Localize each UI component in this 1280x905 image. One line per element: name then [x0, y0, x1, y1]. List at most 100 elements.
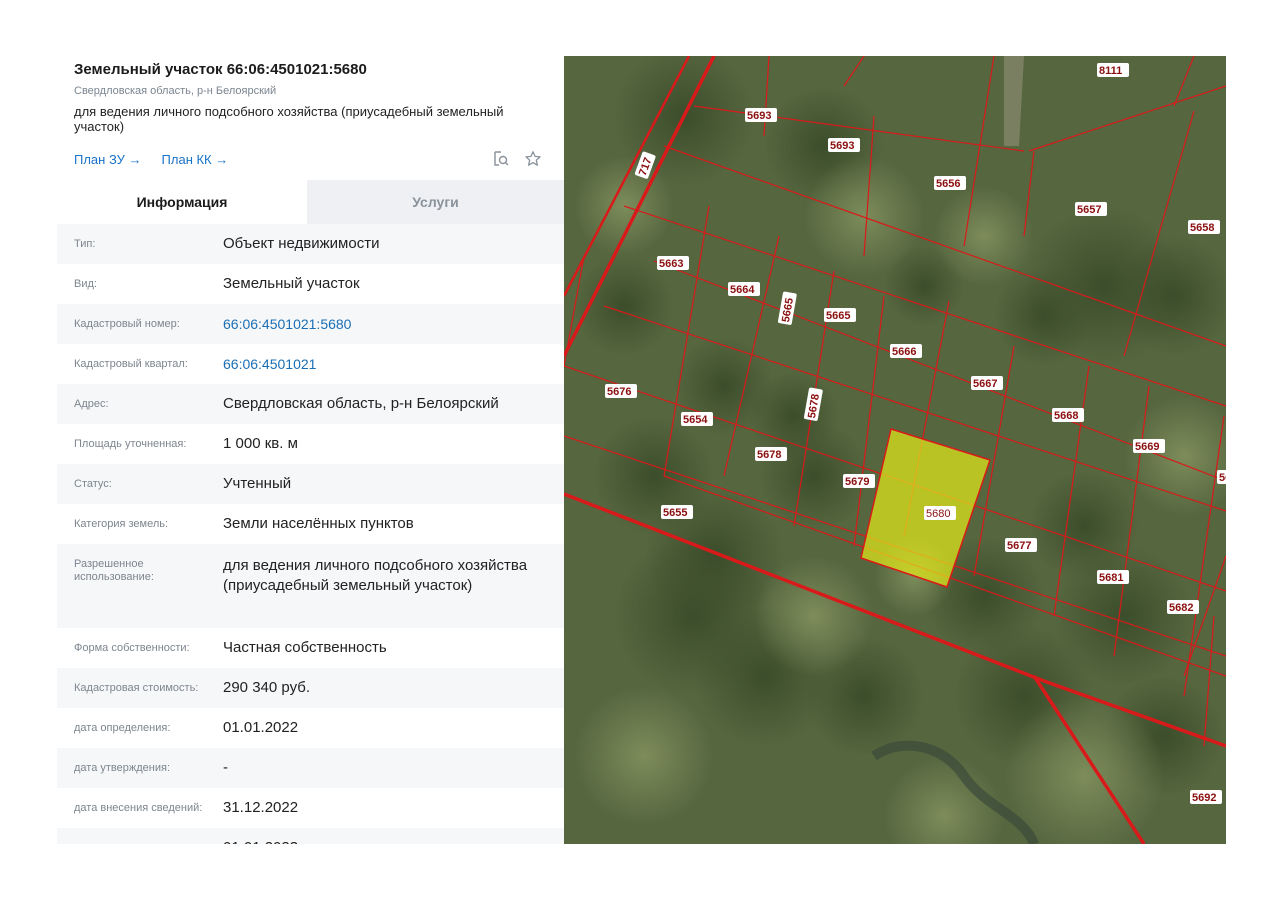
- svg-text:5665: 5665: [826, 310, 850, 322]
- info-row: Разрешенное использование: для ведения ли…: [57, 544, 564, 628]
- plot-label-5680: 5680: [924, 506, 956, 520]
- plot-label-5681: 5681: [1097, 570, 1129, 584]
- svg-text:5679: 5679: [845, 476, 869, 488]
- region-subtitle: Свердловская область, р-н Белоярский: [74, 85, 277, 97]
- info-label: Разрешенное использование:: [74, 558, 154, 583]
- svg-text:5663: 5663: [659, 258, 683, 270]
- info-value: для ведения личного подсобного хозяйства…: [223, 557, 528, 594]
- plot-label-5692: 5692: [1190, 790, 1222, 804]
- plot-label-5655: 5655: [661, 505, 693, 519]
- plot-label-8111: 8111: [1097, 63, 1129, 77]
- svg-text:5676: 5676: [607, 386, 631, 398]
- plot-label-5658: 5658: [1188, 220, 1220, 234]
- info-value: Земельный участок: [223, 275, 360, 292]
- plan-links: План ЗУ → План КК →: [74, 152, 228, 167]
- tab-bar: Информация Услуги: [57, 180, 564, 224]
- cadastral-map[interactable]: 8111 5693 5693 5656 5657 5658 717 5663 5664 5665 5…: [564, 56, 1226, 844]
- info-label: Площадь уточненная:: [74, 437, 187, 450]
- info-row: Статус: Учтенный: [57, 464, 564, 504]
- info-value: 1 000 кв. м: [223, 435, 298, 452]
- svg-text:5681: 5681: [1099, 572, 1123, 584]
- svg-text:5693: 5693: [747, 110, 771, 122]
- info-label: дата применения:: [57, 842, 223, 845]
- svg-text:5680: 5680: [926, 508, 950, 520]
- info-value-link[interactable]: 66:06:4501021: [223, 354, 564, 374]
- info-value: Частная собственность: [223, 639, 387, 656]
- info-label: Кадастровая стоимость:: [74, 681, 199, 694]
- svg-text:5668: 5668: [1054, 410, 1078, 422]
- info-value: Объект недвижимости: [223, 235, 380, 252]
- info-panel: Земельный участок 66:06:4501021:5680 Све…: [57, 56, 564, 844]
- svg-text:5658: 5658: [1190, 222, 1214, 234]
- info-row: дата применения:01.01.2023: [57, 828, 564, 844]
- info-label: Кадастровый квартал:: [74, 357, 188, 370]
- search-doc-icon[interactable]: [492, 150, 510, 168]
- info-label: Тип:: [74, 237, 96, 250]
- svg-text:5678: 5678: [757, 449, 781, 461]
- tab-services[interactable]: Услуги: [307, 180, 564, 224]
- info-label: Категория земель:: [74, 517, 169, 530]
- info-label: дата внесения сведений:: [74, 801, 203, 814]
- plot-label-5682: 5682: [1167, 600, 1199, 614]
- svg-text:5654: 5654: [683, 414, 708, 426]
- info-value: 31.12.2022: [223, 799, 299, 816]
- info-row: Вид: Земельный участок: [57, 264, 564, 304]
- plot-label-5666: 5666: [890, 344, 922, 358]
- svg-text:5692: 5692: [1192, 792, 1216, 804]
- info-label: Форма собственности:: [74, 641, 190, 654]
- info-label: Вид:: [74, 277, 97, 290]
- plot-label-5677: 5677: [1005, 538, 1037, 552]
- plan-kk-link[interactable]: План КК →: [162, 152, 229, 167]
- info-row: Кадастровая стоимость: 290 340 руб.: [57, 668, 564, 708]
- plot-label-5665: 5665: [824, 308, 856, 322]
- plot-label-5679: 5679: [843, 474, 875, 488]
- svg-text:5670: 5670: [1219, 472, 1226, 484]
- purpose-text: для ведения личного подсобного хозяйства…: [74, 104, 504, 134]
- info-label: Кадастровый номер:: [74, 317, 180, 330]
- plan-zu-link[interactable]: План ЗУ →: [74, 152, 142, 167]
- info-row: Площадь уточненная: 1 000 кв. м: [57, 424, 564, 464]
- svg-text:5677: 5677: [1007, 540, 1031, 552]
- plot-label-5656: 5656: [934, 176, 966, 190]
- plot-label-5667: 5667: [971, 376, 1003, 390]
- info-row: дата внесения сведений: 31.12.2022: [57, 788, 564, 828]
- svg-text:5669: 5669: [1135, 441, 1159, 453]
- info-value: 01.01.2022: [223, 719, 299, 736]
- info-value: 01.01.2023: [223, 838, 564, 844]
- svg-text:5657: 5657: [1077, 204, 1101, 216]
- map-canvas[interactable]: 811156935693565656575658717566356645665 5…: [564, 56, 1226, 844]
- info-value: -: [223, 759, 228, 776]
- svg-text:5693: 5693: [830, 140, 854, 152]
- svg-text:5664: 5664: [730, 284, 755, 296]
- svg-text:5667: 5667: [973, 378, 997, 390]
- info-row: дата утверждения: -: [57, 748, 564, 788]
- tab-information[interactable]: Информация: [57, 180, 307, 224]
- info-value-link[interactable]: 66:06:4501021:5680: [223, 314, 564, 334]
- svg-text:5666: 5666: [892, 346, 916, 358]
- info-row: Кадастровый номер: 66:06:4501021:5680: [57, 304, 564, 344]
- plot-label-5663: 5663: [657, 256, 689, 270]
- plot-label-5678: 5678: [755, 447, 787, 461]
- header-actions: [492, 150, 542, 168]
- info-value: 290 340 руб.: [223, 679, 310, 696]
- info-label: Адрес:: [74, 397, 109, 410]
- info-row: Адрес: Свердловская область, р-н Белоярск…: [57, 384, 564, 424]
- info-label: дата определения:: [74, 721, 171, 734]
- info-value: Учтенный: [223, 475, 292, 492]
- info-row: Форма собственности: Частная собственност…: [57, 628, 564, 668]
- plot-label-5654: 5654: [681, 412, 713, 426]
- info-row: дата определения: 01.01.2022: [57, 708, 564, 748]
- plot-label-5664: 5664: [728, 282, 760, 296]
- info-row: Кадастровый квартал: 66:06:4501021: [57, 344, 564, 384]
- plot-label-5669: 5669: [1133, 439, 1165, 453]
- star-icon[interactable]: [524, 150, 542, 168]
- svg-text:8111: 8111: [1099, 65, 1122, 77]
- plot-label-5670: 5670: [1217, 470, 1226, 484]
- info-table: Тип: Объект недвижимости Вид: Земельный уча…: [57, 224, 564, 844]
- panel-header: Земельный участок 66:06:4501021:5680 Све…: [57, 56, 564, 180]
- info-label: дата утверждения:: [74, 761, 171, 774]
- info-label: Статус:: [74, 477, 112, 490]
- plot-label-5676: 5676: [605, 384, 637, 398]
- svg-text:5655: 5655: [663, 507, 687, 519]
- info-row: Категория земель: Земли населённых пункто…: [57, 504, 564, 544]
